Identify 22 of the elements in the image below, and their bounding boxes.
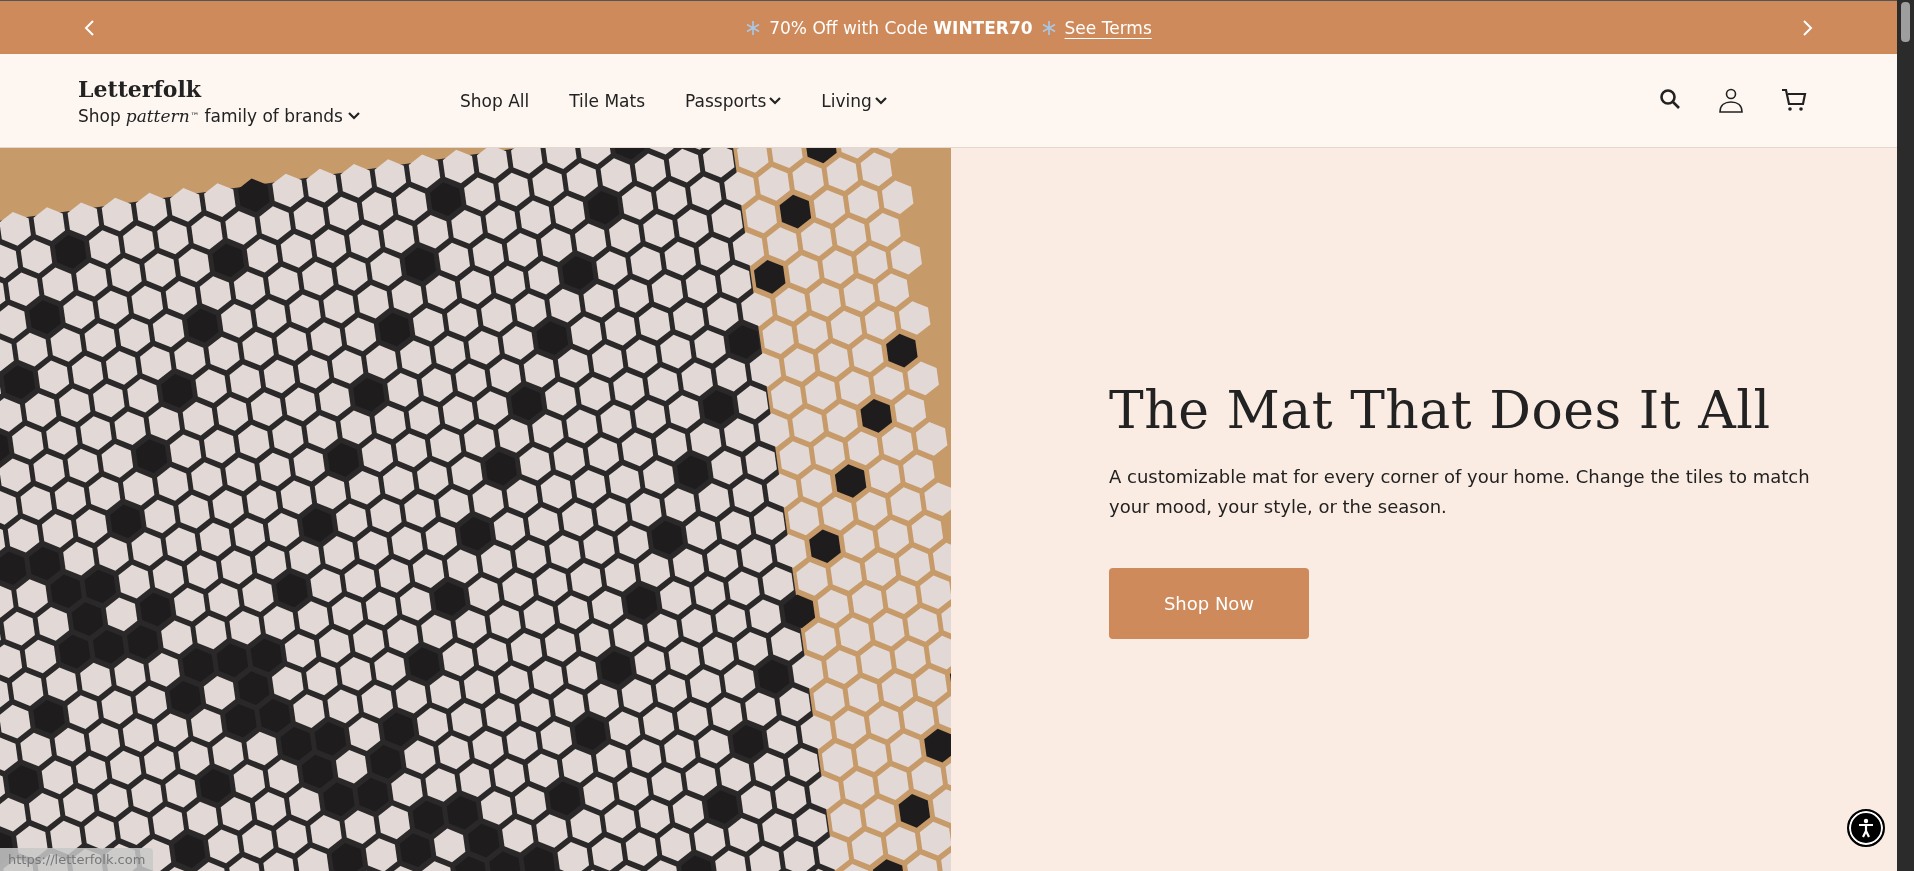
chevron-down-icon (874, 96, 887, 105)
hero-description: A customizable mat for every corner of your home. Change the tiles to match your mood, your style, or the season. (1109, 465, 1811, 519)
nav-dropdown[interactable]: Passports (685, 90, 782, 111)
snowflake-icon (745, 19, 762, 36)
brand-family-dropdown[interactable]: Shop pattern$^{™}$ family of brands (78, 105, 438, 126)
chevron-down-icon (347, 111, 360, 120)
accessibility-icon (1857, 818, 1875, 838)
nav-dropdown[interactable]: Living (821, 90, 887, 111)
snowflake-icon (1040, 19, 1057, 36)
nav-link[interactable]: Shop All (460, 90, 530, 111)
cart-icon (1781, 87, 1807, 112)
chevron-down-icon (769, 96, 782, 105)
person-icon (1719, 87, 1743, 114)
promo-message: 70% Off with Code WINTER70 (769, 17, 1033, 38)
scrollbar[interactable] (1897, 0, 1914, 871)
search-icon (1659, 87, 1681, 110)
chevron-right-icon (1801, 18, 1813, 37)
nav-link[interactable]: Tile Mats (569, 90, 646, 111)
status-url: https://letterfolk.com (0, 848, 154, 871)
site-logo[interactable]: Letterfolk (78, 75, 438, 102)
chevron-left-icon (84, 18, 96, 37)
hero-title: The Mat That Does It All (1109, 380, 1772, 440)
